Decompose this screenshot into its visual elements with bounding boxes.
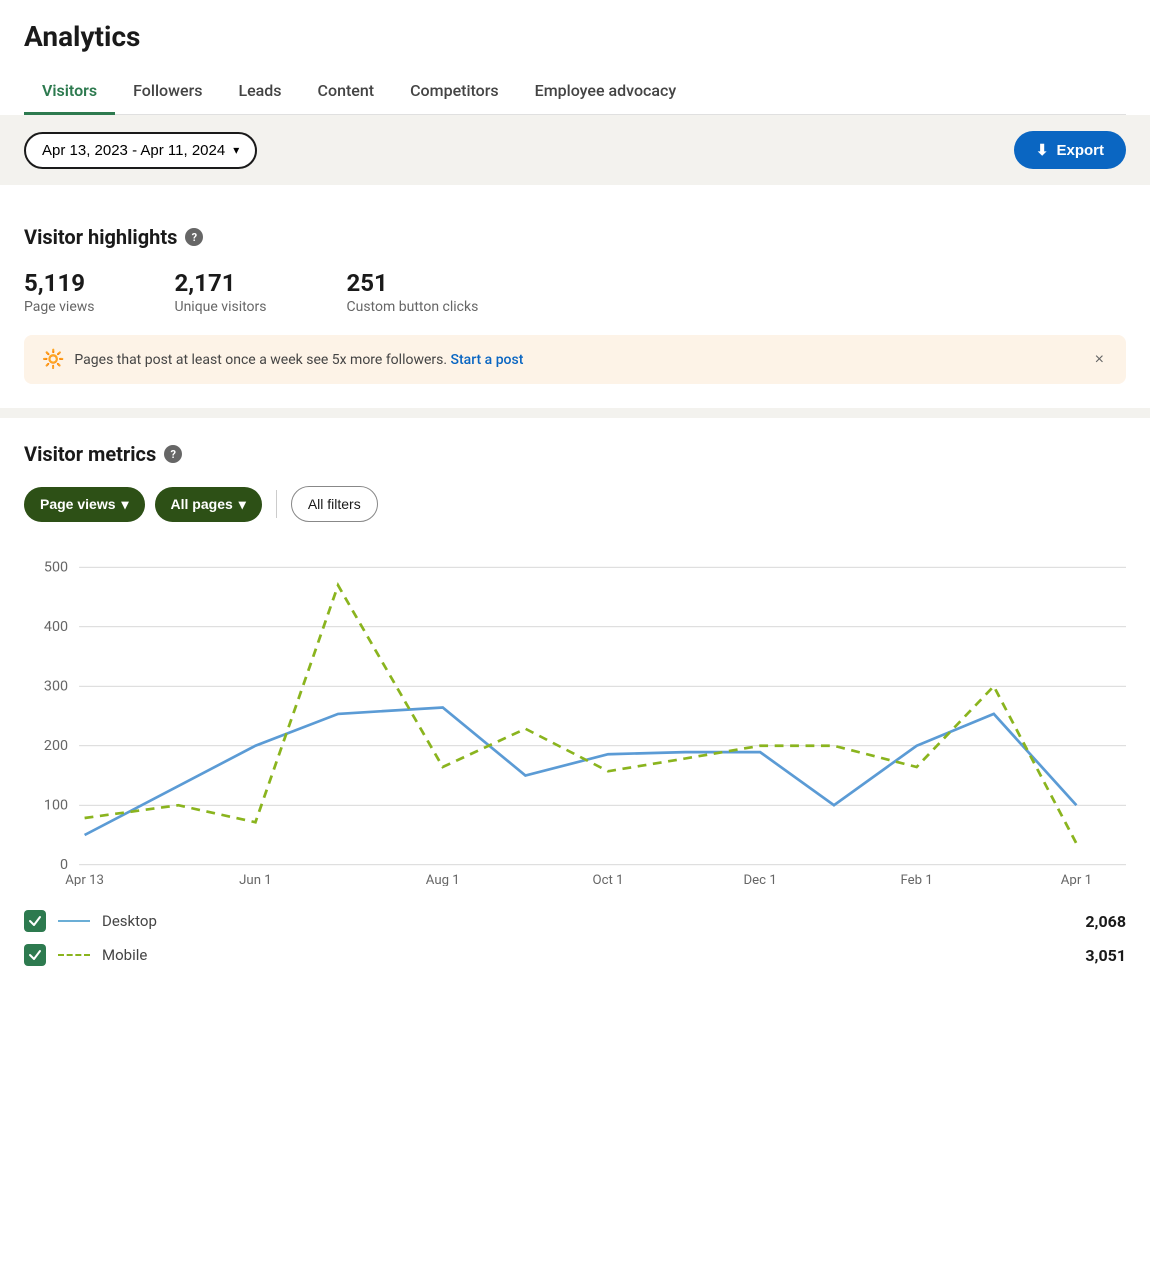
visitor-metrics-help-icon[interactable]: ? — [164, 445, 182, 463]
svg-text:400: 400 — [44, 619, 68, 635]
close-banner-button[interactable]: × — [1091, 351, 1108, 369]
chart-legend: Desktop 2,068 Mobile 3,051 — [24, 910, 1126, 966]
desktop-line-indicator — [58, 920, 90, 922]
filter-bar: Apr 13, 2023 - Apr 11, 2024 ▾ ⬇ Export — [0, 115, 1150, 185]
all-filters-button[interactable]: All filters — [291, 486, 378, 522]
svg-text:Dec 1: Dec 1 — [743, 873, 776, 886]
unique-visitors-value: 2,171 — [175, 269, 267, 297]
filter-separator — [276, 490, 277, 518]
custom-clicks-value: 251 — [347, 269, 479, 297]
mobile-legend-value: 3,051 — [1085, 946, 1126, 965]
chart-area: 500 400 300 200 100 0 Apr 13 Jun 1 Aug 1… — [24, 546, 1126, 886]
start-a-post-link[interactable]: Start a post — [451, 352, 524, 368]
page-title: Analytics — [24, 20, 1126, 53]
highlight-custom-clicks: 251 Custom button clicks — [347, 269, 479, 315]
date-range-picker[interactable]: Apr 13, 2023 - Apr 11, 2024 ▾ — [24, 132, 257, 169]
tab-content[interactable]: Content — [300, 69, 393, 115]
section-divider — [0, 408, 1150, 418]
visitor-highlights-title: Visitor highlights — [24, 225, 177, 249]
desktop-checkbox[interactable] — [24, 910, 46, 932]
svg-text:200: 200 — [44, 738, 68, 754]
legend-desktop: Desktop 2,068 — [24, 910, 1126, 932]
svg-text:Oct 1: Oct 1 — [593, 873, 624, 886]
tab-competitors[interactable]: Competitors — [392, 69, 517, 115]
tab-employee-advocacy[interactable]: Employee advocacy — [517, 69, 695, 115]
highlights-grid: 5,119 Page views 2,171 Unique visitors 2… — [24, 269, 1126, 315]
svg-text:500: 500 — [44, 560, 68, 576]
legend-mobile: Mobile 3,051 — [24, 944, 1126, 966]
tab-followers[interactable]: Followers — [115, 69, 220, 115]
download-icon: ⬇ — [1036, 141, 1049, 159]
highlight-unique-visitors: 2,171 Unique visitors — [175, 269, 267, 315]
date-range-label: Apr 13, 2023 - Apr 11, 2024 — [42, 142, 225, 159]
svg-text:Apr 1: Apr 1 — [1061, 873, 1092, 886]
visitor-highlights-section: Visitor highlights ? 5,119 Page views 2,… — [0, 201, 1150, 408]
svg-text:Jun 1: Jun 1 — [239, 873, 272, 886]
mobile-checkbox[interactable] — [24, 944, 46, 966]
page-views-chevron-icon: ▾ — [122, 496, 129, 513]
export-label: Export — [1056, 142, 1104, 159]
visitor-metrics-title: Visitor metrics — [24, 442, 156, 466]
visitor-metrics-section: Visitor metrics ? Page views ▾ All pages… — [0, 418, 1150, 998]
info-banner-text: Pages that post at least once a week see… — [74, 352, 523, 368]
tabs-bar: Visitors Followers Leads Content Competi… — [24, 69, 1126, 115]
metrics-filters: Page views ▾ All pages ▾ All filters — [24, 486, 1126, 522]
visitors-chart: 500 400 300 200 100 0 Apr 13 Jun 1 Aug 1… — [24, 546, 1126, 886]
desktop-legend-value: 2,068 — [1085, 912, 1126, 931]
lightbulb-icon: 🔆 — [42, 349, 64, 370]
chevron-down-icon: ▾ — [233, 143, 239, 157]
svg-text:Apr 13: Apr 13 — [65, 873, 104, 886]
custom-clicks-label: Custom button clicks — [347, 299, 479, 315]
page-views-value: 5,119 — [24, 269, 95, 297]
svg-text:0: 0 — [60, 857, 68, 873]
all-pages-filter-label: All pages — [171, 496, 233, 512]
svg-text:100: 100 — [44, 798, 68, 814]
mobile-legend-label: Mobile — [102, 946, 1073, 964]
all-filters-label: All filters — [308, 496, 361, 512]
visitor-highlights-help-icon[interactable]: ? — [185, 228, 203, 246]
export-button[interactable]: ⬇ Export — [1014, 131, 1126, 169]
tab-visitors[interactable]: Visitors — [24, 69, 115, 115]
mobile-line-indicator — [58, 954, 90, 956]
all-pages-filter-button[interactable]: All pages ▾ — [155, 487, 262, 522]
unique-visitors-label: Unique visitors — [175, 299, 267, 315]
desktop-legend-label: Desktop — [102, 912, 1073, 930]
page-views-filter-button[interactable]: Page views ▾ — [24, 487, 145, 522]
tab-leads[interactable]: Leads — [220, 69, 299, 115]
svg-text:Aug 1: Aug 1 — [426, 873, 460, 886]
highlight-page-views: 5,119 Page views — [24, 269, 95, 315]
svg-text:300: 300 — [44, 679, 68, 695]
svg-text:Feb 1: Feb 1 — [900, 873, 932, 886]
page-views-label: Page views — [24, 299, 95, 315]
info-banner: 🔆 Pages that post at least once a week s… — [24, 335, 1126, 384]
all-pages-chevron-icon: ▾ — [239, 496, 246, 513]
info-banner-content: 🔆 Pages that post at least once a week s… — [42, 349, 523, 370]
page-views-filter-label: Page views — [40, 496, 116, 512]
